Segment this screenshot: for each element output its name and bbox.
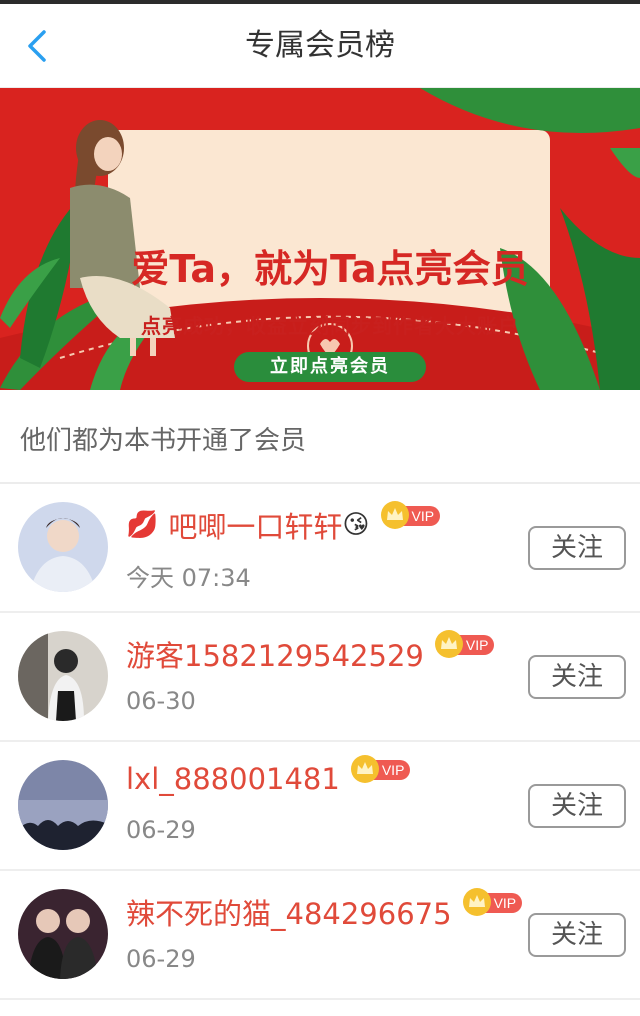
follow-button[interactable]: 关注	[528, 526, 626, 570]
avatar[interactable]	[18, 631, 108, 721]
follow-button[interactable]: 关注	[528, 913, 626, 957]
timestamp: 06-29	[126, 945, 196, 973]
vip-badge: VIP	[462, 887, 523, 919]
timestamp: 06-30	[126, 687, 196, 715]
username[interactable]: lxl_888001481	[126, 762, 340, 796]
timestamp: 06-29	[126, 816, 196, 844]
crown-icon	[462, 888, 491, 916]
username[interactable]: 辣不死的猫_484296675	[126, 891, 452, 933]
follow-button[interactable]: 关注	[528, 655, 626, 699]
list-item[interactable]: 游客1582129542529 VIP 06-30 关注	[0, 613, 640, 742]
kiss-emoji: 😘	[342, 510, 370, 540]
timestamp: 今天 07:34	[126, 564, 251, 592]
list-item[interactable]: 💋 吧唧一口轩轩 😘 VIP 今天 07:34 关注	[0, 484, 640, 613]
light-up-membership-button[interactable]: 立即点亮会员	[234, 352, 426, 382]
crown-icon	[380, 501, 409, 529]
username-group: 游客1582129542529 VIP	[126, 630, 495, 675]
page-title: 专属会员榜	[245, 28, 395, 63]
avatar[interactable]	[18, 760, 108, 850]
username-group: 辣不死的猫_484296675 VIP	[126, 888, 523, 933]
username-group: 💋 吧唧一口轩轩 😘 VIP	[126, 501, 441, 546]
banner-subtitle: 点亮成功，收益立刻同步到作者大大账户	[141, 314, 519, 338]
list-item[interactable]: lxl_888001481 VIP 06-29 关注	[0, 742, 640, 871]
list-item[interactable]: 辣不死的猫_484296675 VIP 06-29 关注	[0, 871, 640, 1000]
username[interactable]: 游客1582129542529	[126, 633, 424, 675]
avatar[interactable]	[18, 502, 108, 592]
promo-banner[interactable]: 爱Ta，就为Ta点亮会员 点亮成功，收益立刻同步到作者大大账户 立即点亮会员	[0, 88, 640, 390]
avatar[interactable]	[18, 889, 108, 979]
username-group: lxl_888001481 VIP	[126, 755, 411, 796]
vip-badge: VIP	[434, 629, 495, 661]
lips-emoji: 💋	[126, 510, 159, 540]
vip-badge: VIP	[380, 500, 441, 532]
username[interactable]: 吧唧一口轩轩	[168, 504, 342, 546]
member-list: 💋 吧唧一口轩轩 😘 VIP 今天 07:34 关注 游客15821295425…	[0, 484, 640, 1000]
crown-icon	[434, 630, 463, 658]
follow-button[interactable]: 关注	[528, 784, 626, 828]
banner-headline: 爱Ta，就为Ta点亮会员	[131, 247, 529, 291]
crown-icon	[350, 755, 379, 783]
vip-badge: VIP	[350, 754, 411, 786]
nav-bar: 专属会员榜	[0, 4, 640, 88]
section-title: 他们都为本书开通了会员	[20, 426, 307, 456]
